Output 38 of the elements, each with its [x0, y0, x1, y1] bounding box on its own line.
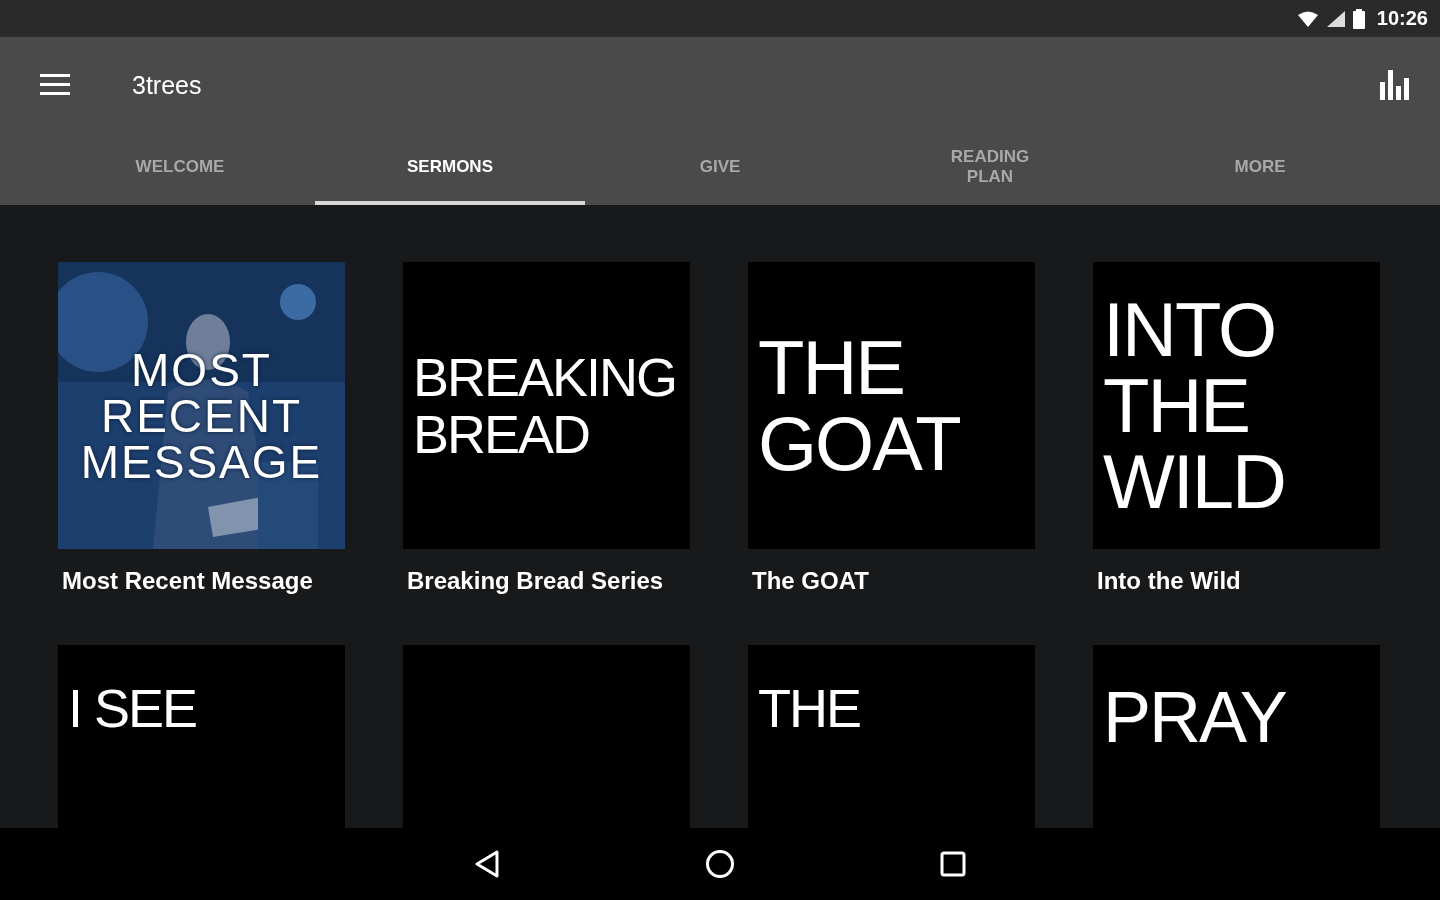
app-title: 3trees [132, 70, 203, 100]
cover-text: MOST [131, 346, 272, 393]
cover-text: I SEE [68, 680, 197, 737]
series-cover[interactable]: THE [748, 645, 1035, 828]
series-cover[interactable]: PRAY [1093, 645, 1380, 828]
series-title: The GOAT [751, 567, 870, 595]
series-cover[interactable]: INTO THE WILD [1093, 262, 1380, 549]
cover-text: RECENT [100, 392, 303, 439]
wifi-icon [1296, 10, 1319, 27]
menu-icon[interactable] [40, 74, 70, 96]
cover-text: THE [758, 329, 905, 406]
battery-icon [1352, 8, 1365, 29]
cover-text: BREAKING [413, 348, 677, 406]
series-cover[interactable]: THE GOAT [748, 262, 1035, 549]
tab[interactable]: READING PLAN [855, 133, 1125, 205]
series-cover[interactable]: MOST RECENT MESSAGE [58, 262, 345, 549]
home-icon[interactable] [705, 849, 735, 879]
bar-chart-icon[interactable] [1380, 70, 1410, 100]
cover-text: GOAT [758, 405, 960, 482]
series-cover[interactable]: BREAKING BREAD [403, 262, 690, 549]
cover-text: THE [1103, 367, 1250, 444]
tab[interactable]: WELCOME [45, 133, 315, 205]
recents-icon[interactable] [940, 851, 966, 877]
clock: 10:26 [1376, 7, 1428, 30]
series-cover[interactable]: I SEE [58, 645, 345, 828]
tab[interactable]: MORE [1125, 133, 1395, 205]
signal-icon [1326, 10, 1345, 27]
series-title: Most Recent Message [61, 567, 314, 595]
cover-text: PRAY [1103, 680, 1286, 756]
cover-text: BREAD [413, 405, 591, 463]
tab[interactable]: GIVE [585, 133, 855, 205]
series-title: Breaking Bread Series [406, 567, 665, 595]
series-title: Into the Wild [1096, 567, 1242, 595]
back-icon[interactable] [474, 850, 500, 878]
cover-text: THE [758, 680, 860, 737]
cover-text: MESSAGE [80, 438, 323, 485]
cover-text: INTO [1103, 291, 1277, 368]
cover-text: WILD [1103, 443, 1285, 520]
